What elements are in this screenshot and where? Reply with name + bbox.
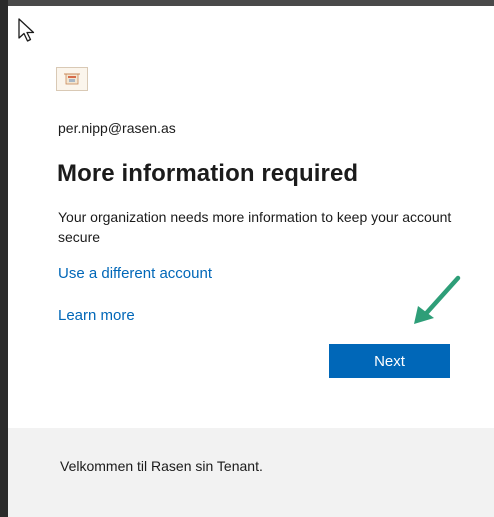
mouse-pointer-icon <box>18 18 35 42</box>
window-left-border <box>0 0 8 517</box>
company-logo-icon <box>56 67 88 91</box>
footer: Velkommen til Rasen sin Tenant. <box>8 428 494 517</box>
learn-more-link[interactable]: Learn more <box>58 307 135 324</box>
page-title: More information required <box>57 160 359 187</box>
next-button[interactable]: Next <box>329 344 450 378</box>
use-different-account-link[interactable]: Use a different account <box>58 265 212 282</box>
footer-text: Velkommen til Rasen sin Tenant. <box>60 458 263 474</box>
green-arrow-icon <box>414 275 461 324</box>
page-description: Your organization needs more information… <box>58 209 452 245</box>
account-email: per.nipp@rasen.as <box>58 120 176 136</box>
